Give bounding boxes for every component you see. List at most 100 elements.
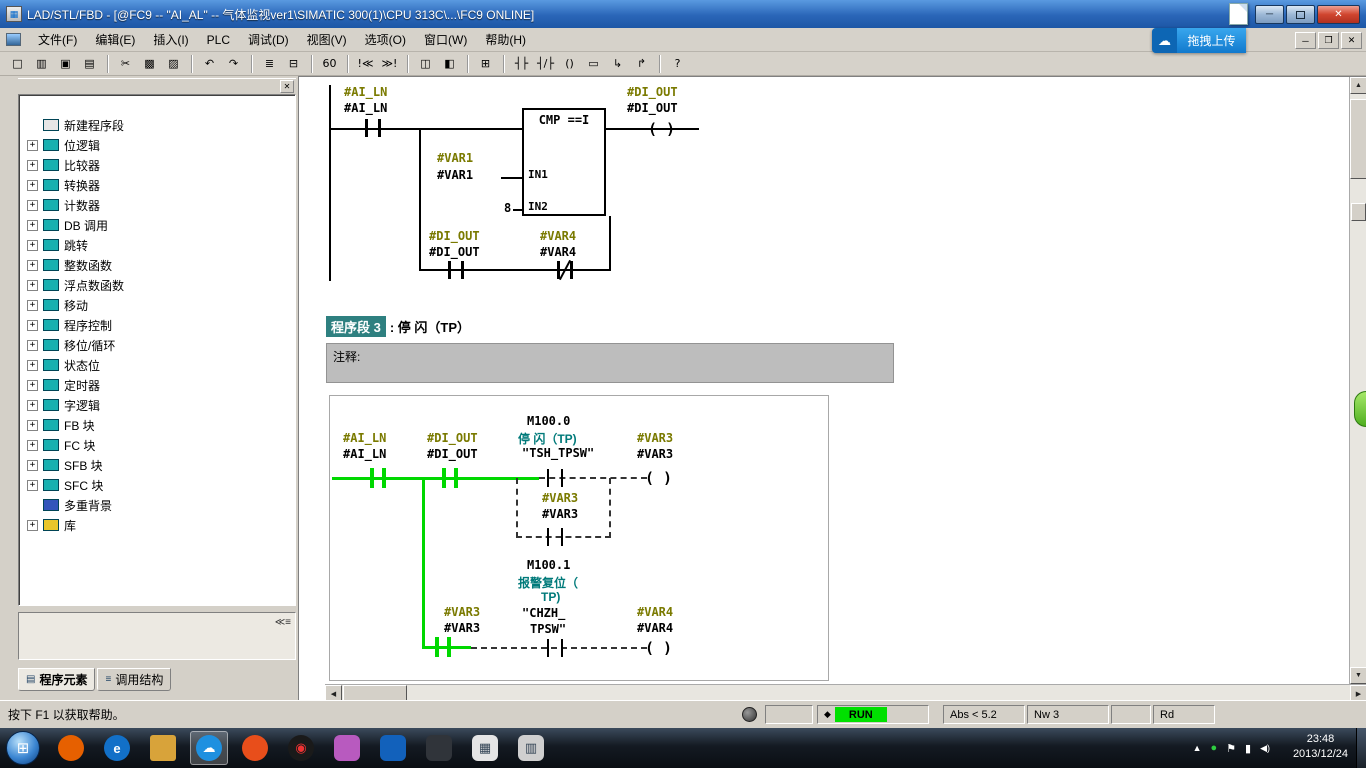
taskbar-flame-app[interactable]: [236, 731, 274, 765]
overview-window-icon[interactable]: ◧: [438, 54, 461, 74]
split-window-icon[interactable]: ◫: [414, 54, 437, 74]
tree-item-converter[interactable]: 转换器: [19, 175, 295, 195]
operand-symbol[interactable]: #AI_LN: [344, 85, 387, 99]
taskbar-paint-app[interactable]: [328, 731, 366, 765]
horizontal-scrollbar[interactable]: ◀ ▶: [325, 684, 1366, 701]
symbol-list-icon[interactable]: ⊟: [282, 54, 305, 74]
network-header[interactable]: 程序段 3 : 停 闪（TP）: [326, 316, 470, 337]
prev-error-icon[interactable]: !≪: [354, 54, 377, 74]
network-comment-box[interactable]: 注释:: [326, 343, 894, 383]
monitor-onoff-icon[interactable]: 60: [318, 54, 341, 74]
vertical-scroll-thumb[interactable]: [1350, 99, 1366, 179]
menu-view[interactable]: 视图(V): [298, 28, 356, 51]
taskbar-grid-app[interactable]: ▦: [466, 731, 504, 765]
tray-volume-icon[interactable]: ◀): [1260, 743, 1270, 754]
menu-insert[interactable]: 插入(I): [144, 28, 197, 51]
operand-address[interactable]: #VAR3: [444, 621, 480, 635]
menu-plc[interactable]: PLC: [198, 30, 239, 50]
expand-plus-icon[interactable]: [27, 200, 38, 211]
tree-item-library[interactable]: 库: [19, 515, 295, 535]
expand-plus-icon[interactable]: [27, 440, 38, 451]
operand-address[interactable]: #VAR1: [437, 168, 473, 182]
tree-item-bit-logic[interactable]: 位逻辑: [19, 135, 295, 155]
operand-symbol[interactable]: #VAR3: [637, 431, 673, 445]
expand-plus-icon[interactable]: [27, 220, 38, 231]
save-icon[interactable]: ▣: [54, 54, 77, 74]
tree-item-move[interactable]: 移动: [19, 295, 295, 315]
undo-icon[interactable]: ↶: [198, 54, 221, 74]
tree-item-status-bit[interactable]: 状态位: [19, 355, 295, 375]
tree-item-float-math[interactable]: 浮点数函数: [19, 275, 295, 295]
cut-icon[interactable]: ✂: [114, 54, 137, 74]
copy-icon[interactable]: ▩: [138, 54, 161, 74]
expand-plus-icon[interactable]: [27, 300, 38, 311]
tree-item-fb-block[interactable]: FB 块: [19, 415, 295, 435]
screenshot-page-icon[interactable]: [1229, 3, 1248, 25]
help-arrow-icon[interactable]: ?: [666, 54, 689, 74]
expand-plus-icon[interactable]: [27, 520, 38, 531]
output-coil[interactable]: ( ): [648, 121, 675, 137]
tree-item-word-logic[interactable]: 字逻辑: [19, 395, 295, 415]
operand-symbol[interactable]: #VAR4: [540, 229, 576, 243]
mdi-restore-button[interactable]: ❒: [1318, 32, 1339, 49]
output-coil[interactable]: ( ): [645, 640, 672, 656]
tree-item-new-network[interactable]: 新建程序段: [19, 115, 295, 135]
taskbar-qq-app[interactable]: [374, 731, 412, 765]
operand-address[interactable]: #AI_LN: [344, 101, 387, 115]
operand-symbol[interactable]: #DI_OUT: [429, 229, 480, 243]
maximize-button[interactable]: [1286, 5, 1315, 24]
menu-options[interactable]: 选项(O): [356, 28, 415, 51]
network-title[interactable]: : 停 闪（TP）: [390, 317, 470, 336]
horizontal-scroll-thumb[interactable]: [343, 685, 407, 701]
document-icon[interactable]: [6, 33, 21, 46]
taskbar-dark-app[interactable]: [420, 731, 458, 765]
tree-item-timer[interactable]: 定时器: [19, 375, 295, 395]
output-coil[interactable]: ( ): [645, 470, 672, 486]
taskbar-folder[interactable]: [144, 731, 182, 765]
tray-expand-icon[interactable]: ▲: [1193, 743, 1202, 753]
new-icon[interactable]: □: [6, 54, 29, 74]
operand-symbol[interactable]: #DI_OUT: [627, 85, 678, 99]
taskbar-media-app[interactable]: ◉: [282, 731, 320, 765]
coil-icon[interactable]: (): [558, 54, 581, 74]
scroll-up-icon[interactable]: ▲: [1350, 77, 1366, 94]
operand-address[interactable]: #AI_LN: [343, 447, 386, 461]
tree-item-comparator[interactable]: 比较器: [19, 155, 295, 175]
taskbar-internet-explorer[interactable]: e: [98, 731, 136, 765]
open-icon[interactable]: ▥: [30, 54, 53, 74]
compare-block[interactable]: CMP ==I IN1 IN2: [522, 108, 606, 216]
taskbar-cloud-app[interactable]: ☁: [190, 731, 228, 765]
menu-help[interactable]: 帮助(H): [476, 28, 535, 51]
operand-address[interactable]: #DI_OUT: [627, 101, 678, 115]
operand-address[interactable]: #VAR4: [637, 621, 673, 635]
tree-item-fc-block[interactable]: FC 块: [19, 435, 295, 455]
operand-address[interactable]: M100.0: [527, 414, 570, 428]
close-button[interactable]: ✕: [1317, 5, 1360, 24]
expand-plus-icon[interactable]: [27, 480, 38, 491]
address-list-icon[interactable]: ≣: [258, 54, 281, 74]
tray-flag-icon[interactable]: ⚑: [1226, 742, 1236, 755]
network-number[interactable]: 程序段 3: [326, 316, 386, 337]
ladder-editor[interactable]: #AI_LN #AI_LN CMP ==I IN1 IN2 #VAR1 #VAR…: [298, 76, 1366, 700]
contact-no-icon[interactable]: ┤├: [510, 54, 533, 74]
operand-symbol[interactable]: #VAR4: [637, 605, 673, 619]
operand-address[interactable]: #DI_OUT: [427, 447, 478, 461]
expand-plus-icon[interactable]: [27, 380, 38, 391]
menu-file[interactable]: 文件(F): [29, 28, 86, 51]
expand-plus-icon[interactable]: [27, 160, 38, 171]
tray-status-icon[interactable]: ●: [1210, 742, 1217, 754]
expand-plus-icon[interactable]: [27, 240, 38, 251]
network-selection-rect[interactable]: [329, 395, 829, 681]
no-contact-energized[interactable]: [442, 468, 458, 488]
tree-item-shift-rotate[interactable]: 移位/循环: [19, 335, 295, 355]
no-contact-energized[interactable]: [370, 468, 386, 488]
panel-close-icon[interactable]: ✕: [280, 80, 294, 93]
expand-plus-icon[interactable]: [27, 360, 38, 371]
no-contact[interactable]: [365, 119, 381, 137]
expand-plus-icon[interactable]: [27, 280, 38, 291]
mdi-minimize-button[interactable]: ─: [1295, 32, 1316, 49]
operand-symbol[interactable]: #VAR3: [542, 491, 578, 505]
tab-program-elements[interactable]: ▤程序元素: [18, 668, 95, 691]
scroll-page-marker[interactable]: [1351, 203, 1366, 221]
tree-item-jump[interactable]: 跳转: [19, 235, 295, 255]
